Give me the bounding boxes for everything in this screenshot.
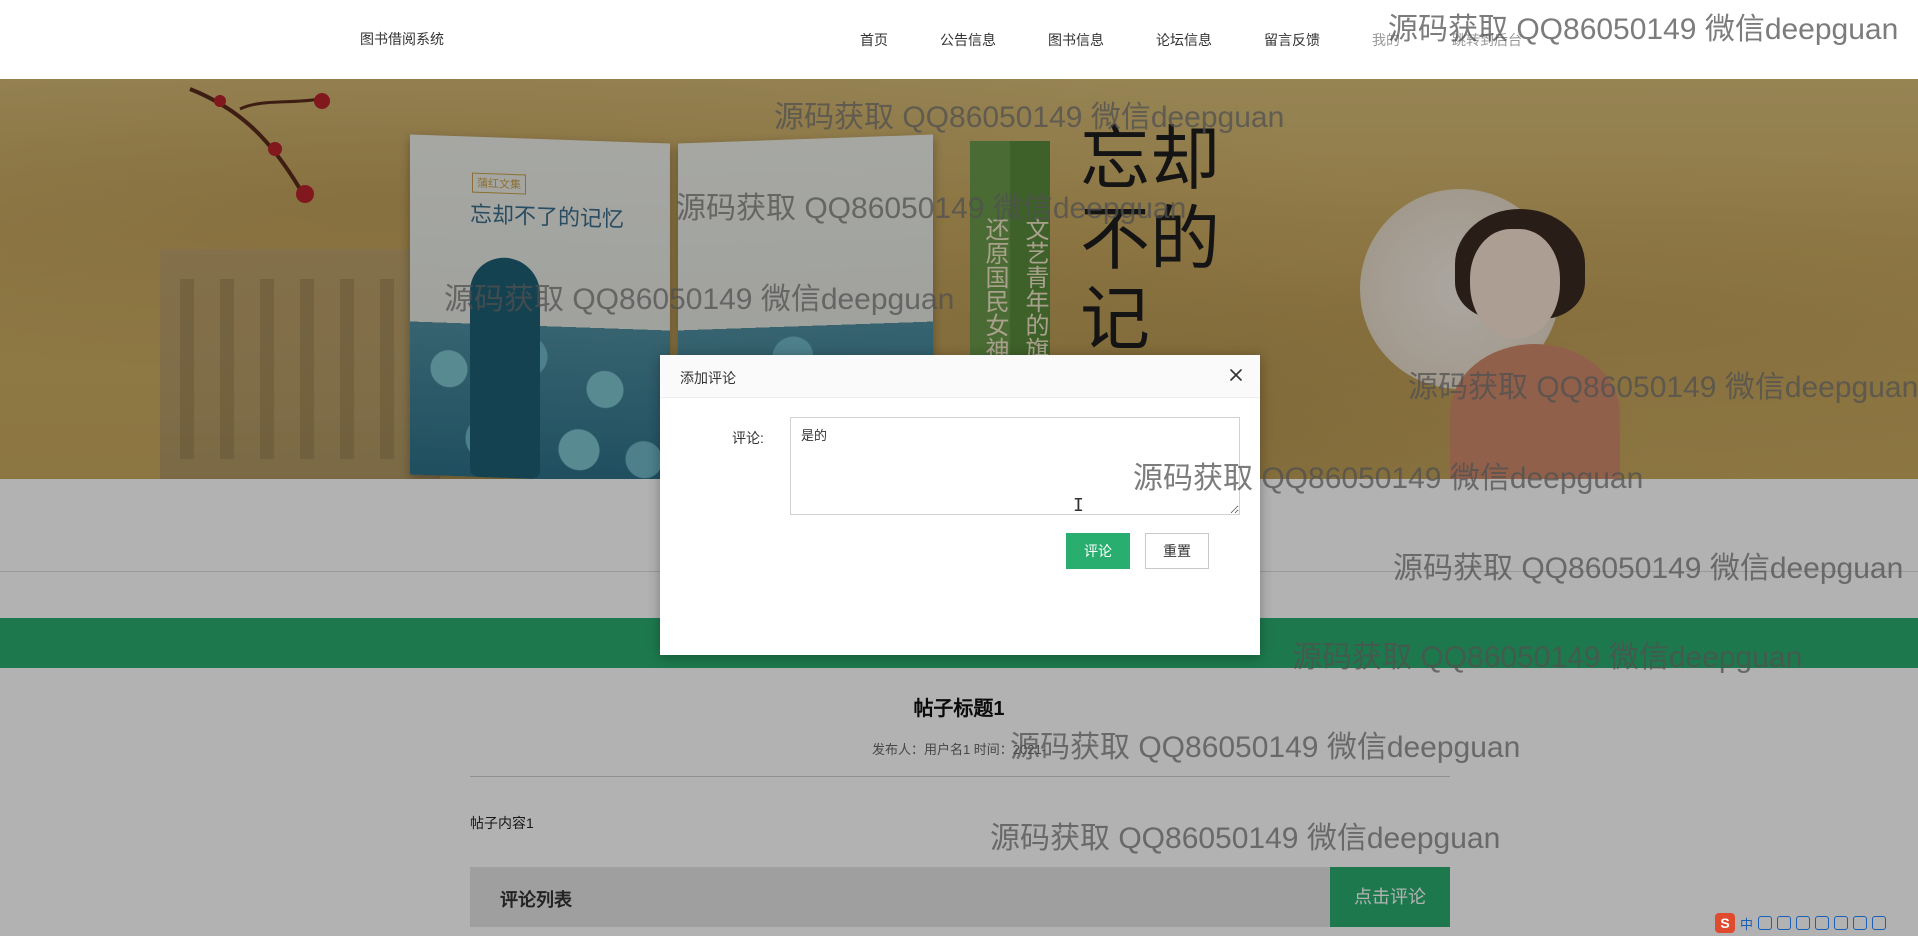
comment-field-label: 评论: — [732, 430, 764, 446]
site-brand[interactable]: 图书借阅系统 — [360, 29, 444, 49]
dialog-header: 添加评论 — [660, 355, 1260, 398]
nav-forum[interactable]: 论坛信息 — [1156, 30, 1212, 50]
ime-language-toggle[interactable]: 中 — [1740, 914, 1753, 933]
user-icon[interactable] — [1834, 916, 1849, 930]
nav-announcements[interactable]: 公告信息 — [940, 30, 996, 50]
skin-icon[interactable] — [1853, 916, 1868, 930]
nav-feedback[interactable]: 留言反馈 — [1264, 30, 1320, 50]
nav-books[interactable]: 图书信息 — [1048, 30, 1104, 50]
toolbox-icon[interactable] — [1872, 916, 1887, 930]
main-nav: 首页 公告信息 图书信息 论坛信息 留言反馈 我的 跳转到后台 — [860, 0, 1574, 79]
ime-toolbar: S 中 — [1715, 912, 1918, 934]
ibeam-cursor-icon: I — [1073, 495, 1084, 516]
keyboard-icon[interactable] — [1815, 916, 1830, 930]
emoji-icon[interactable] — [1777, 916, 1792, 930]
comment-textarea[interactable]: 是的 — [790, 417, 1240, 515]
nav-home[interactable]: 首页 — [860, 30, 888, 50]
submit-comment-button[interactable]: 评论 — [1066, 533, 1130, 569]
nav-mine[interactable]: 我的 — [1372, 30, 1400, 50]
site-header: 图书借阅系统 首页 公告信息 图书信息 论坛信息 留言反馈 我的 跳转到后台 — [0, 0, 1918, 80]
nav-admin[interactable]: 跳转到后台 — [1452, 30, 1522, 50]
sogou-ime-icon[interactable]: S — [1715, 913, 1735, 933]
punctuation-icon[interactable] — [1758, 916, 1773, 930]
microphone-icon[interactable] — [1796, 916, 1811, 930]
add-comment-dialog: 添加评论 评论: 是的 评论 重置 — [660, 355, 1260, 655]
dialog-title: 添加评论 — [680, 370, 736, 386]
reset-button[interactable]: 重置 — [1145, 533, 1209, 569]
close-icon[interactable] — [1226, 365, 1246, 385]
